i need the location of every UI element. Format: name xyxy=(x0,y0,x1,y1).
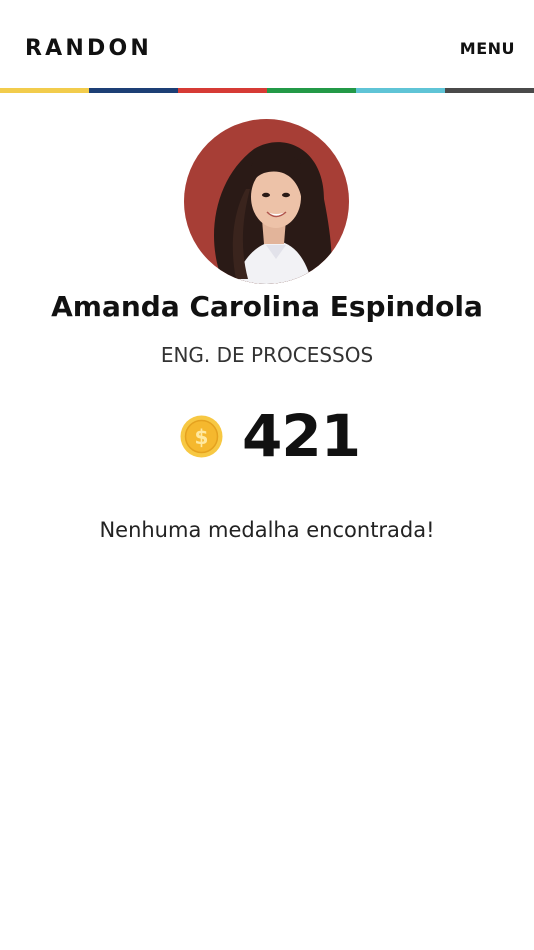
stripe-segment xyxy=(178,88,267,93)
stripe-segment xyxy=(267,88,356,93)
profile-role: ENG. DE PROCESSOS xyxy=(160,343,374,367)
stripe-segment xyxy=(356,88,445,93)
profile-page: RANDON MENU Amanda Carolina Espindola EN… xyxy=(0,0,534,950)
stripe-segment xyxy=(89,88,178,93)
medals-empty-message: Nenhuma medalha encontrada! xyxy=(99,518,435,542)
brand-color-stripe xyxy=(0,88,534,93)
menu-button[interactable]: MENU xyxy=(460,38,515,60)
stripe-segment xyxy=(445,88,534,93)
svg-text:$: $ xyxy=(195,425,209,449)
coin-balance: $ 421 xyxy=(0,400,534,472)
avatar xyxy=(184,119,349,284)
header: RANDON MENU xyxy=(0,0,534,88)
stripe-segment xyxy=(0,88,89,93)
randon-logo[interactable]: RANDON xyxy=(25,34,152,64)
coin-value: 421 xyxy=(242,402,361,470)
coin-icon: $ xyxy=(180,415,223,458)
profile-name: Amanda Carolina Espindola xyxy=(51,290,483,323)
profile-photo xyxy=(184,119,349,284)
